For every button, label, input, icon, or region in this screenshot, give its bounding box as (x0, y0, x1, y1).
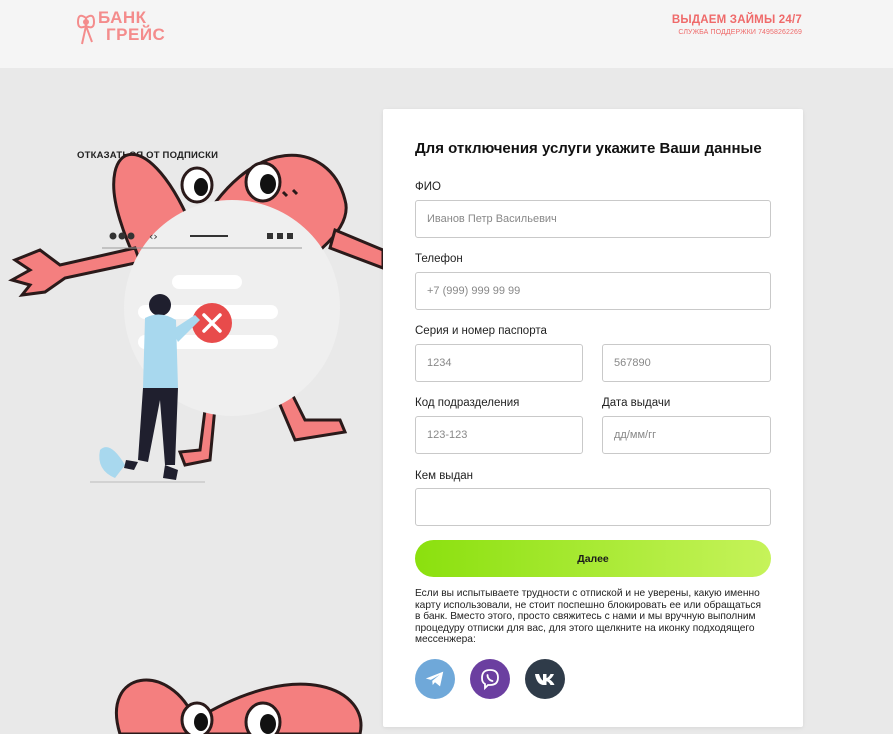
division-code-label: Код подразделения (415, 397, 520, 409)
header-title: ВЫДАЕМ ЗАЙМЫ 24/7 (671, 14, 802, 26)
heart-mascot-bottom-illustration (114, 678, 363, 734)
person-head (149, 294, 171, 316)
svg-text:‹›: ‹› (149, 230, 158, 243)
telegram-button[interactable] (415, 659, 455, 699)
unsubscribe-form-card: Для отключения услуги укажите Ваши данны… (383, 109, 803, 727)
telegram-icon (425, 671, 444, 687)
help-text: Если вы испытываете трудности с отпиской… (415, 588, 762, 646)
logo[interactable]: БАНК ГРЕЙС (98, 9, 165, 43)
header: БАНК ГРЕЙС ВЫДАЕМ ЗАЙМЫ 24/7 СЛУЖБА ПОДД… (0, 0, 893, 68)
passport-series-input[interactable] (415, 344, 583, 382)
issued-by-label: Кем выдан (415, 470, 474, 482)
phone-input[interactable] (415, 272, 771, 310)
logo-line-2: ГРЕЙС (106, 25, 166, 44)
next-button[interactable]: Далее (415, 540, 771, 577)
passport-label: Серия и номер паспорта (415, 325, 547, 337)
issue-date-input[interactable] (602, 416, 771, 454)
heart-mascot-illustration: ‹› (8, 153, 383, 483)
heart-left-arm (8, 246, 142, 297)
heart-right-arm (328, 227, 383, 270)
phone-label: Телефон (415, 253, 463, 265)
form-title: Для отключения услуги укажите Ваши данны… (415, 140, 762, 157)
fio-label: ФИО (415, 181, 441, 193)
fio-input[interactable] (415, 200, 771, 238)
support-phone: СЛУЖБА ПОДДЕРЖКИ 74958262269 (678, 29, 802, 36)
viber-icon (481, 669, 499, 691)
issue-date-label: Дата выдачи (602, 397, 671, 409)
vk-icon (535, 674, 555, 685)
viber-button[interactable] (470, 659, 510, 699)
header-info: ВЫДАЕМ ЗАЙМЫ 24/7 СЛУЖБА ПОДДЕРЖКИ 74958… (672, 14, 802, 36)
issued-by-input[interactable] (415, 488, 771, 526)
division-code-input[interactable] (415, 416, 583, 454)
vk-button[interactable] (525, 659, 565, 699)
passport-number-input[interactable] (602, 344, 771, 382)
